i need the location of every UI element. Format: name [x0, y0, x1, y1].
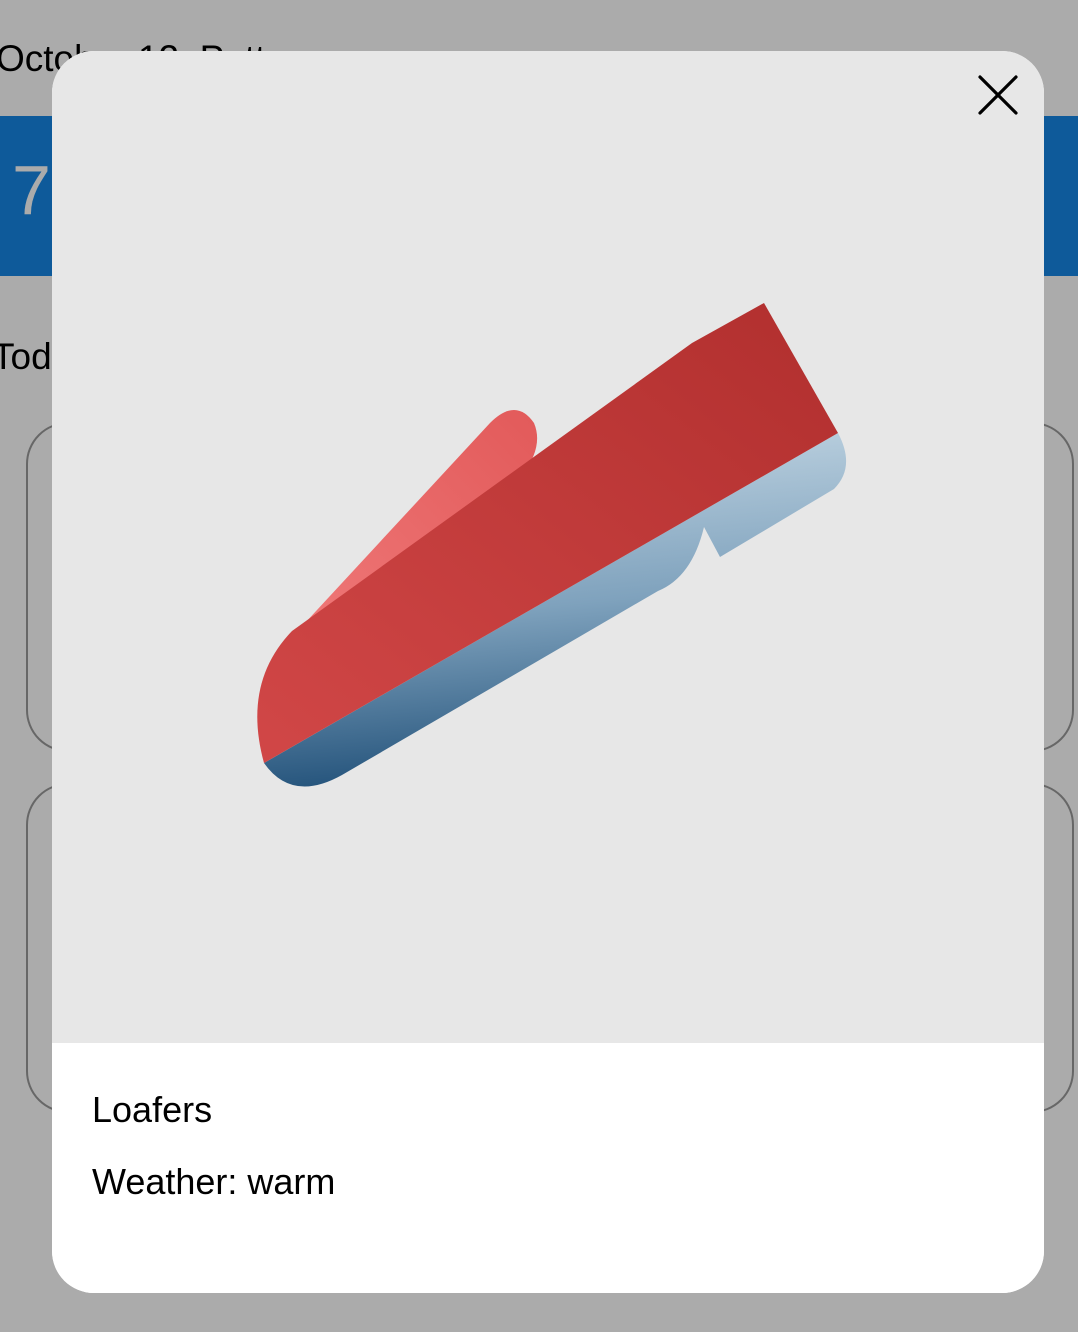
loafer-shoe-illustration	[257, 303, 847, 787]
item-name: Loafers	[92, 1089, 213, 1130]
item-detail-modal: Loafers Weather: warm	[52, 51, 1044, 1293]
close-icon[interactable]	[970, 69, 1026, 125]
item-image-area	[52, 51, 1044, 1043]
item-weather: Weather: warm	[92, 1161, 336, 1202]
item-details: Loafers Weather: warm	[52, 1043, 1044, 1293]
